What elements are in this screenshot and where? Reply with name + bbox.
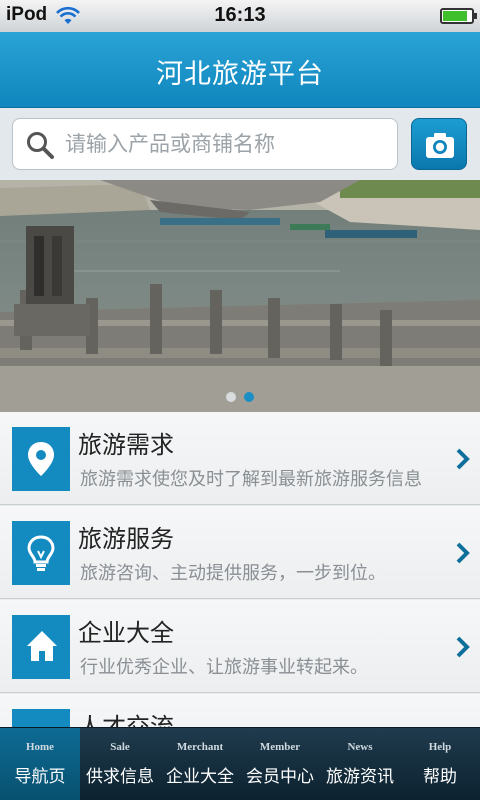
- banner-image: [0, 180, 480, 412]
- tab-label-cn: 企业大全: [166, 767, 234, 787]
- list-item-title: 旅游服务: [78, 525, 174, 553]
- tab-sale[interactable]: Sale 供求信息: [80, 728, 160, 800]
- tab-label-cn: 供求信息: [86, 767, 154, 787]
- tab-label-cn: 帮助: [423, 767, 457, 787]
- list-item-travel-demand[interactable]: 旅游需求 旅游需求使您及时了解到最新旅游服务信息: [0, 412, 480, 505]
- tab-label-en: News: [347, 741, 373, 753]
- clock: 16:13: [214, 4, 266, 26]
- tab-help[interactable]: Help 帮助: [400, 728, 480, 800]
- tab-merchant[interactable]: Merchant 企业大全: [160, 728, 240, 800]
- list-item-desc: 旅游需求使您及时了解到最新旅游服务信息: [80, 469, 422, 490]
- tab-member[interactable]: Member 会员中心: [240, 728, 320, 800]
- tab-label-en: Member: [259, 741, 301, 753]
- tab-home[interactable]: Home 导航页: [0, 728, 80, 800]
- lightbulb-icon: [12, 521, 70, 585]
- page-title: 河北旅游平台: [156, 59, 324, 90]
- list-item-title: 企业大全: [78, 619, 174, 647]
- tab-news[interactable]: News 旅游资讯: [320, 728, 400, 800]
- camera-button[interactable]: [411, 118, 467, 170]
- camera-icon: [426, 133, 454, 158]
- carousel-dot[interactable]: [226, 392, 236, 402]
- tab-label-cn: 会员中心: [246, 767, 314, 787]
- tab-label-cn: 旅游资讯: [326, 767, 394, 787]
- search-input[interactable]: [65, 119, 391, 169]
- home-icon: [12, 615, 70, 679]
- carousel-dot-active[interactable]: [244, 392, 254, 402]
- list-item-talent[interactable]: 人才交流: [0, 694, 480, 727]
- list-item-enterprises[interactable]: 企业大全 行业优秀企业、让旅游事业转起来。: [0, 600, 480, 693]
- list-item-desc: 旅游咨询、主动提供服务，一步到位。: [80, 563, 386, 584]
- search-bar: [0, 108, 480, 180]
- tab-label-en: Sale: [110, 741, 130, 753]
- list-item-title: 人才交流: [78, 713, 174, 727]
- app-header: 河北旅游平台: [0, 32, 480, 108]
- chevron-right-icon: [456, 448, 470, 470]
- list-item-travel-service[interactable]: 旅游服务 旅游咨询、主动提供服务，一步到位。: [0, 506, 480, 599]
- banner-carousel[interactable]: [0, 180, 480, 412]
- location-pin-icon: [12, 427, 70, 491]
- people-icon: [12, 709, 70, 727]
- category-list: 旅游需求 旅游需求使您及时了解到最新旅游服务信息 旅游服务 旅游咨询、主动提供服…: [0, 412, 480, 727]
- list-item-title: 旅游需求: [78, 431, 174, 459]
- battery-icon: [440, 8, 477, 24]
- list-item-desc: 行业优秀企业、让旅游事业转起来。: [80, 657, 368, 678]
- battery-level: [443, 11, 467, 21]
- chevron-right-icon: [456, 636, 470, 658]
- search-box[interactable]: [12, 118, 398, 170]
- tab-label-en: Home: [25, 741, 55, 753]
- tab-label-en: Help: [428, 741, 452, 753]
- carousel-indicator: [0, 387, 480, 406]
- search-icon: [27, 132, 54, 159]
- tab-label-cn: 导航页: [14, 767, 66, 787]
- status-bar: iPod 16:13: [0, 0, 480, 32]
- tab-label-en: Merchant: [176, 741, 224, 753]
- chevron-right-icon: [456, 542, 470, 564]
- bottom-tab-bar: Home 导航页 Sale 供求信息 Merchant 企业大全 Member …: [0, 727, 480, 800]
